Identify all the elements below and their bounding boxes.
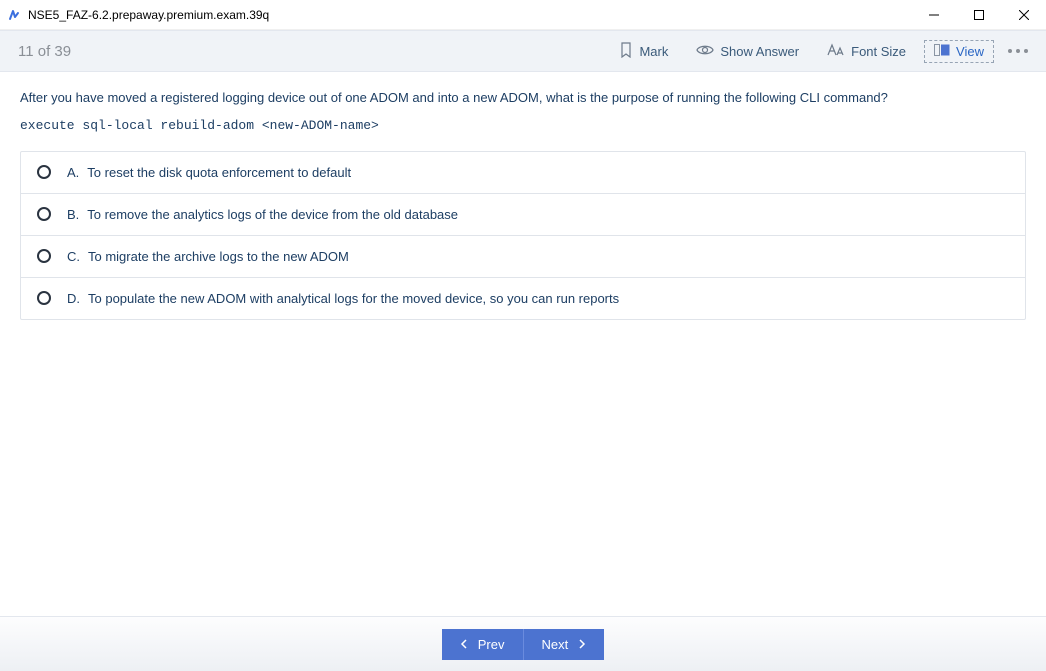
question-code: execute sql-local rebuild-adom <new-ADOM… bbox=[20, 118, 1026, 133]
option-text: To populate the new ADOM with analytical… bbox=[88, 291, 619, 306]
chevron-right-icon bbox=[578, 637, 586, 652]
font-size-label: Font Size bbox=[851, 44, 906, 59]
option-text: To reset the disk quota enforcement to d… bbox=[87, 165, 351, 180]
question-text: After you have moved a registered loggin… bbox=[20, 88, 1026, 108]
content-area: After you have moved a registered loggin… bbox=[0, 72, 1046, 616]
minimize-button[interactable] bbox=[911, 0, 956, 29]
titlebar: NSE5_FAZ-6.2.prepaway.premium.exam.39q bbox=[0, 0, 1046, 30]
prev-button[interactable]: Prev bbox=[442, 629, 524, 660]
font-size-button[interactable]: Font Size bbox=[817, 39, 916, 64]
option-text: To remove the analytics logs of the devi… bbox=[87, 207, 458, 222]
nav-group: Prev Next bbox=[442, 629, 604, 660]
prev-label: Prev bbox=[478, 637, 505, 652]
option-d[interactable]: D. To populate the new ADOM with analyti… bbox=[21, 278, 1025, 319]
app-icon bbox=[6, 7, 22, 23]
option-a[interactable]: A. To reset the disk quota enforcement t… bbox=[21, 152, 1025, 194]
mark-button[interactable]: Mark bbox=[609, 38, 678, 65]
toolbar: 11 of 39 Mark Show Answer Font Size View bbox=[0, 30, 1046, 72]
show-answer-label: Show Answer bbox=[720, 44, 799, 59]
chevron-left-icon bbox=[460, 637, 468, 652]
bookmark-icon bbox=[619, 42, 633, 61]
view-label: View bbox=[956, 44, 984, 59]
radio-icon bbox=[37, 207, 51, 221]
next-button[interactable]: Next bbox=[524, 629, 605, 660]
options-list: A. To reset the disk quota enforcement t… bbox=[20, 151, 1026, 320]
radio-icon bbox=[37, 165, 51, 179]
more-menu-button[interactable] bbox=[1004, 45, 1032, 57]
option-letter: D. bbox=[67, 291, 80, 306]
mark-label: Mark bbox=[639, 44, 668, 59]
window-controls bbox=[911, 0, 1046, 29]
footer: Prev Next bbox=[0, 616, 1046, 671]
close-button[interactable] bbox=[1001, 0, 1046, 29]
option-b[interactable]: B. To remove the analytics logs of the d… bbox=[21, 194, 1025, 236]
view-button[interactable]: View bbox=[924, 40, 994, 63]
next-label: Next bbox=[542, 637, 569, 652]
radio-icon bbox=[37, 249, 51, 263]
page-counter: 11 of 39 bbox=[18, 43, 71, 60]
option-letter: B. bbox=[67, 207, 79, 222]
option-c[interactable]: C. To migrate the archive logs to the ne… bbox=[21, 236, 1025, 278]
option-text: To migrate the archive logs to the new A… bbox=[88, 249, 349, 264]
font-size-icon bbox=[827, 43, 845, 60]
eye-icon bbox=[696, 43, 714, 60]
window-title: NSE5_FAZ-6.2.prepaway.premium.exam.39q bbox=[28, 8, 911, 22]
option-letter: C. bbox=[67, 249, 80, 264]
maximize-button[interactable] bbox=[956, 0, 1001, 29]
show-answer-button[interactable]: Show Answer bbox=[686, 39, 809, 64]
option-letter: A. bbox=[67, 165, 79, 180]
radio-icon bbox=[37, 291, 51, 305]
view-icon bbox=[934, 44, 950, 59]
